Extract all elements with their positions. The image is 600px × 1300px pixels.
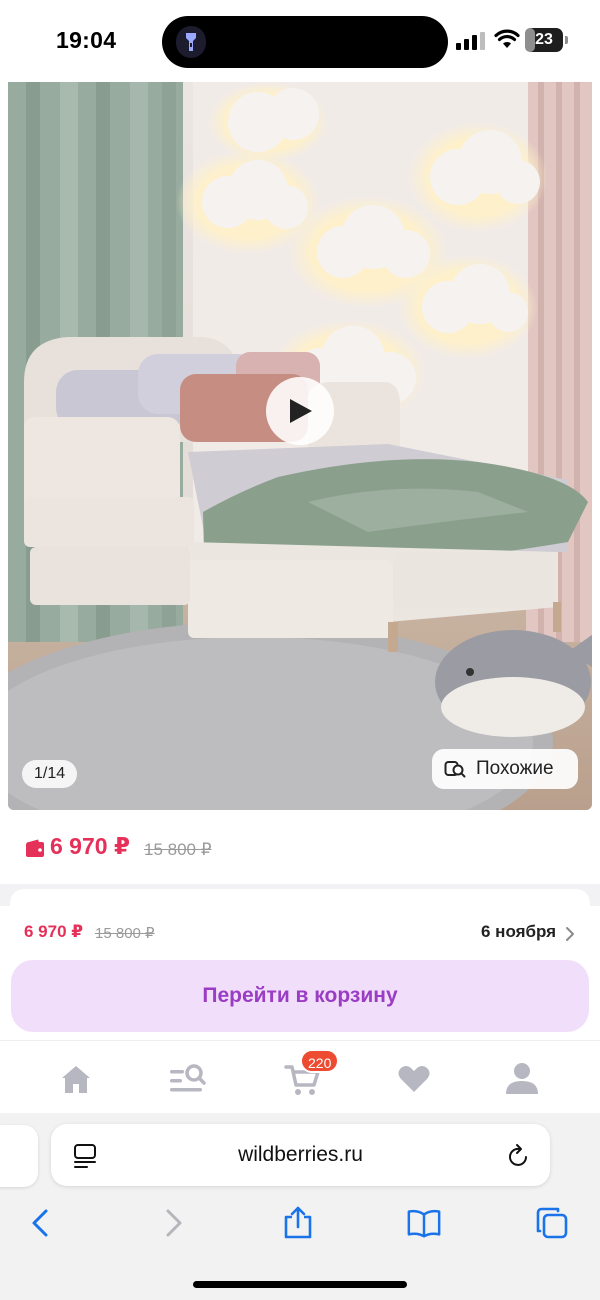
buy-panel-old-price: 15 800 ₽ [95,925,155,942]
address-bar[interactable]: wildberries.ru [51,1124,550,1186]
back-arrow-icon[interactable] [24,1205,60,1241]
tab-favorites[interactable] [394,1059,434,1099]
bottom-tab-bar: 220 [0,1040,600,1112]
catalog-search-icon [170,1064,206,1092]
wifi-icon [494,29,520,48]
product-photo[interactable]: 1/14 Похожие [8,82,592,810]
tab-profile[interactable] [502,1059,542,1099]
previous-tab-preview[interactable] [0,1125,38,1187]
cart-count-badge: 220 [300,1049,340,1073]
battery-level: 23 [535,31,553,48]
heart-icon [398,1066,430,1092]
tab-home[interactable] [56,1059,96,1099]
profile-icon [506,1063,538,1094]
tabs-icon[interactable] [534,1205,570,1241]
flashlight-icon [176,26,206,58]
play-video-button[interactable] [266,377,334,445]
status-time: 19:04 [56,27,117,53]
forward-arrow-icon[interactable] [154,1205,190,1241]
home-indicator [193,1281,407,1288]
home-icon [62,1066,90,1093]
buy-panel: 6 970 ₽ 15 800 ₽ 6 ноября Перейти в корз… [0,904,600,1040]
similar-products-button[interactable]: Похожие [432,749,578,789]
photo-counter: 1/14 [22,760,78,788]
status-bar: 19:04 23 [0,0,600,82]
product-price: 6 970 ₽ [50,833,130,859]
play-icon [290,399,312,423]
browser-toolbar: wildberries.ru [0,1113,600,1300]
buy-panel-price: 6 970 ₽ [24,922,84,941]
price-section: 6 970 ₽ 15 800 ₽ [0,812,600,884]
similar-search-icon [444,761,466,778]
url-text: wildberries.ru [238,1143,363,1166]
chevron-right-icon[interactable] [565,926,575,942]
delivery-date[interactable]: 6 ноября [481,922,556,942]
product-photo-scene [8,82,592,810]
battery-icon: 23 [525,28,568,52]
tab-catalog[interactable] [166,1059,206,1099]
share-icon[interactable] [280,1205,316,1241]
dynamic-island [162,16,448,68]
bookmarks-icon[interactable] [406,1205,442,1241]
similar-label: Похожие [476,758,554,779]
go-to-cart-button[interactable]: Перейти в корзину [11,960,589,1032]
cellular-signal-icon [456,32,488,50]
wallet-icon [26,839,44,857]
product-old-price: 15 800 ₽ [144,840,212,859]
go-to-cart-label: Перейти в корзину [202,984,398,1007]
reload-icon[interactable] [507,1143,531,1169]
